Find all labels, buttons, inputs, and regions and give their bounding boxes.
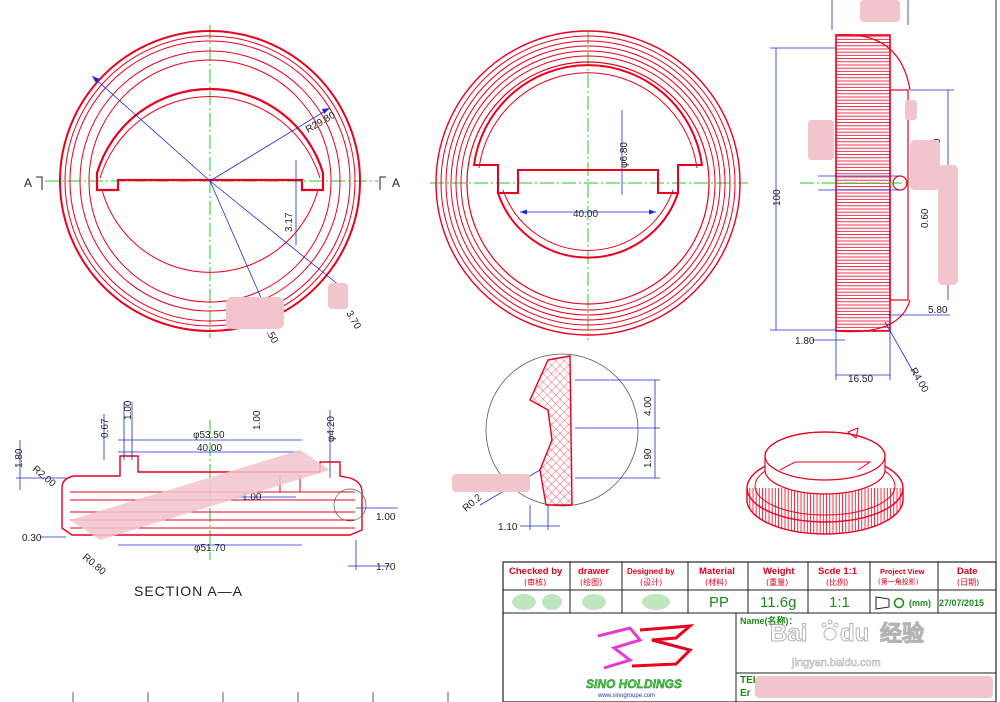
dim-detail-r0-2: R0.2 (461, 492, 485, 514)
baidu-watermark: Bai du 经验 jingyan.baidu.com (770, 619, 925, 669)
svg-text:经验: 经验 (880, 621, 924, 647)
svg-text:du: du (840, 620, 869, 647)
date-value: 27/07/2015 (939, 598, 984, 608)
dim-sec-0-67: 0.67 (100, 418, 111, 438)
dim-sec-1-80: 1.80 (14, 448, 25, 468)
header-drawer: drawer (绘图) (578, 566, 609, 587)
dim-sec-r2: R2.00 (30, 464, 58, 490)
redaction-blur (938, 165, 958, 285)
svg-text:(日期): (日期) (957, 578, 979, 587)
dim-sec-r0-8: R0.80 (80, 552, 108, 578)
dim-sec-phi-51-70: φ51.70 (194, 543, 226, 554)
redaction-blur (808, 120, 834, 160)
header-date: Date (日期) (957, 566, 979, 587)
weight-value: 11.6g (760, 594, 796, 611)
dim-detail-4-00: 4.00 (643, 396, 654, 416)
svg-text:Designed by: Designed by (627, 567, 675, 576)
dim-detail-1-10: 1.10 (498, 522, 518, 533)
dim-side-1-80: 1.80 (795, 336, 815, 347)
svg-text:Bai: Bai (770, 620, 807, 647)
dim-sec-1-70: 1.70 (376, 562, 396, 573)
redaction-blur (860, 0, 900, 22)
dim-sec-phi-4-20: φ4.20 (326, 416, 337, 442)
svg-text:(第一角投影): (第一角投影) (878, 577, 919, 586)
signature-designer (642, 594, 670, 610)
svg-text:jingyan.baidu.com: jingyan.baidu.com (791, 657, 881, 669)
dim-side-100: 100 (772, 189, 783, 206)
dim-sec-0-30: 0.30 (22, 533, 42, 544)
dim-3-17: 3.17 (284, 212, 295, 232)
signature-drawer (582, 594, 606, 610)
section-marker-left: A (24, 176, 32, 190)
svg-text:Material: Material (699, 566, 735, 577)
dim-40-front: 40.00 (573, 209, 598, 220)
svg-text:Scde 1:1: Scde 1:1 (818, 566, 858, 577)
redaction-blur (328, 283, 348, 309)
redaction-blur (226, 297, 284, 329)
scale-value: 1:1 (829, 594, 850, 611)
projection-unit: (mm) (909, 598, 931, 608)
header-weight: Weight (重量) (763, 566, 795, 587)
material-value: PP (709, 594, 729, 611)
svg-text:Project View: Project View (880, 567, 925, 576)
dim-sec-1-00-d: 1.00 (376, 512, 396, 523)
redaction-blur (452, 474, 530, 492)
header-scale: Scde 1:1 (比例) (818, 566, 858, 587)
projection-symbol-icon (875, 596, 905, 610)
redaction-blur (905, 100, 917, 120)
paw-icon (821, 619, 839, 641)
dim-side-r4: R4.00 (907, 366, 930, 395)
section-marker-right: A (392, 176, 400, 190)
plan-view-right: 40.00 φ6.80 (430, 30, 748, 340)
cad-drawing: R29.80 3.17 3.70 .50 A A 40.00 φ6.80 100… (14, 0, 997, 702)
redaction-blur (70, 450, 330, 540)
company-name: SINO HOLDINGS (586, 677, 682, 691)
dim-sec-phi-53-50: φ53.50 (193, 430, 225, 441)
redaction-blur (910, 140, 940, 190)
dim-phi-6-80: φ6.80 (619, 142, 630, 168)
svg-text:Checked by: Checked by (509, 566, 563, 577)
header-project-view: Project View (第一角投影) (878, 567, 925, 586)
svg-text:(审核): (审核) (524, 577, 546, 587)
dim-50: .50 (263, 328, 280, 346)
svg-text:(绘图): (绘图) (580, 577, 602, 587)
plan-view-left: R29.80 3.17 3.70 .50 A A (24, 25, 400, 346)
company-site: www.sinogroupe.com (597, 693, 655, 699)
frame-ticks (72, 692, 449, 702)
company-logo: SINO HOLDINGS www.sinogroupe.com (586, 624, 695, 699)
isometric-view (746, 427, 904, 535)
email-label: Er (740, 688, 751, 699)
svg-text:(设计): (设计) (640, 577, 662, 587)
header-checked-by: Checked by (审核) (509, 566, 563, 587)
svg-text:Weight: Weight (763, 566, 795, 577)
header-material: Material (材料) (699, 566, 735, 587)
signature-checked (542, 594, 562, 610)
section-title: SECTION A—A (134, 583, 243, 599)
dim-3-70: 3.70 (343, 309, 362, 332)
svg-text:(比例): (比例) (826, 577, 848, 587)
dim-side-0-60: 0.60 (920, 208, 931, 228)
dim-detail-1-90: 1.90 (643, 448, 654, 468)
dim-side-16-50: 16.50 (848, 374, 873, 385)
section-view: φ53.50 40.00 0.67 1.00 1.00 φ4.20 1.80 R… (14, 400, 398, 599)
signature-checked (512, 594, 536, 610)
redaction-blur (755, 676, 993, 698)
dim-sec-40: 40.00 (197, 443, 222, 454)
svg-text:Date: Date (957, 566, 978, 577)
detail-view: 4.00 1.90 R0.2 1.10 (452, 353, 660, 533)
header-designed-by: Designed by (设计) (627, 567, 675, 587)
svg-text:drawer: drawer (578, 566, 609, 577)
dim-sec-1-00-a: 1.00 (123, 400, 134, 420)
svg-text:(材料): (材料) (705, 577, 727, 587)
side-view: 3 100 0.20 0.60 5.80 1.80 16.50 R4.00 (770, 0, 958, 395)
dim-sec-1-00-b: 1.00 (252, 410, 263, 430)
dim-side-5-80: 5.80 (928, 305, 948, 316)
svg-text:(重量): (重量) (766, 577, 788, 587)
